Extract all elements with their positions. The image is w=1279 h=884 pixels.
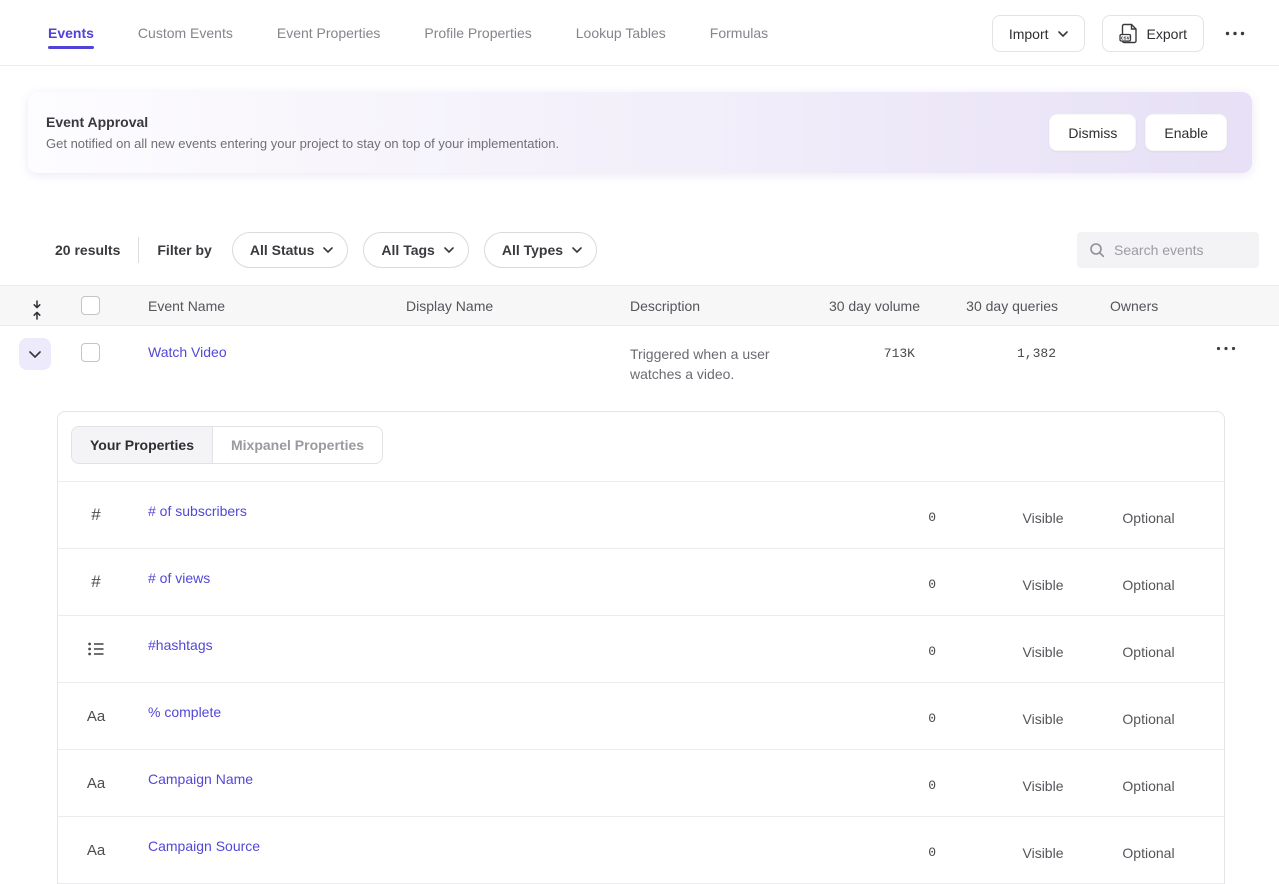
column-owners: Owners <box>1110 286 1158 325</box>
property-visibility: Visible <box>1008 549 1078 615</box>
table-header: Event Name Display Name Description 30 d… <box>0 285 1279 326</box>
csv-file-icon: csv <box>1119 23 1138 44</box>
property-row: Aa Campaign Source 0 Visible Optional <box>58 817 1224 884</box>
event-30-day-volume: 713K <box>760 326 915 381</box>
filter-toolbar: 20 results Filter by All Status All Tags… <box>55 232 612 268</box>
property-row: # # of subscribers 0 Visible Optional <box>58 482 1224 549</box>
property-name-link[interactable]: % complete <box>148 704 221 720</box>
tab-mixpanel-properties[interactable]: Mixpanel Properties <box>213 427 382 463</box>
tab-event-properties[interactable]: Event Properties <box>277 0 381 65</box>
property-requirement: Optional <box>1106 549 1191 615</box>
ellipsis-icon <box>1225 31 1245 36</box>
tab-your-properties[interactable]: Your Properties <box>72 427 213 463</box>
number-type-icon: # <box>82 482 110 548</box>
tags-filter-dropdown[interactable]: All Tags <box>363 232 468 268</box>
nav-actions: Import csv Export <box>992 15 1249 52</box>
import-button[interactable]: Import <box>992 15 1085 52</box>
banner-text: Event Approval Get notified on all new e… <box>46 114 559 151</box>
property-name-link[interactable]: # of subscribers <box>148 503 247 519</box>
filter-by-label: Filter by <box>157 242 211 258</box>
collapse-all-icon[interactable] <box>27 296 47 324</box>
property-volume: 0 <box>848 683 936 749</box>
event-approval-banner: Event Approval Get notified on all new e… <box>28 92 1252 173</box>
collapse-row-button[interactable] <box>19 338 51 370</box>
event-name-link[interactable]: Watch Video <box>148 344 227 360</box>
column-display-name: Display Name <box>406 286 493 325</box>
property-name-link[interactable]: Campaign Name <box>148 771 253 787</box>
property-requirement: Optional <box>1106 750 1191 816</box>
search-box <box>1077 232 1259 268</box>
chevron-down-icon <box>323 247 333 253</box>
select-all-checkbox[interactable] <box>81 296 100 315</box>
tab-custom-events[interactable]: Custom Events <box>138 0 233 65</box>
property-name-link[interactable]: # of views <box>148 570 210 586</box>
property-requirement: Optional <box>1106 482 1191 548</box>
property-visibility: Visible <box>1008 616 1078 682</box>
property-visibility: Visible <box>1008 683 1078 749</box>
property-row: # # of views 0 Visible Optional <box>58 549 1224 616</box>
list-type-icon <box>82 616 110 682</box>
lexicon-events-page: Events Custom Events Event Properties Pr… <box>0 0 1279 884</box>
property-volume: 0 <box>848 549 936 615</box>
number-type-icon: # <box>82 549 110 615</box>
banner-title: Event Approval <box>46 114 559 130</box>
property-visibility: Visible <box>1008 482 1078 548</box>
chevron-down-icon <box>444 247 454 253</box>
text-type-icon: Aa <box>82 750 110 816</box>
property-requirement: Optional <box>1106 683 1191 749</box>
banner-actions: Dismiss Enable <box>1049 114 1227 151</box>
property-volume: 0 <box>848 750 936 816</box>
property-visibility: Visible <box>1008 750 1078 816</box>
export-button[interactable]: csv Export <box>1102 15 1204 52</box>
property-visibility: Visible <box>1008 817 1078 883</box>
search-icon <box>1089 242 1105 258</box>
text-type-icon: Aa <box>82 683 110 749</box>
more-options-button[interactable] <box>1221 27 1249 40</box>
property-volume: 0 <box>848 817 936 883</box>
column-description: Description <box>630 286 700 325</box>
status-filter-dropdown[interactable]: All Status <box>232 232 349 268</box>
property-row: Aa Campaign Name 0 Visible Optional <box>58 750 1224 817</box>
property-volume: 0 <box>848 482 936 548</box>
svg-text:csv: csv <box>1120 36 1129 42</box>
search-input[interactable] <box>1114 242 1247 258</box>
banner-description: Get notified on all new events entering … <box>46 136 559 151</box>
row-checkbox[interactable] <box>81 343 100 362</box>
properties-tabs: Your Properties Mixpanel Properties <box>71 426 383 464</box>
column-event-name: Event Name <box>148 286 225 325</box>
chevron-down-icon <box>1058 31 1068 37</box>
vertical-divider <box>138 237 139 263</box>
top-nav: Events Custom Events Event Properties Pr… <box>0 0 1279 66</box>
tab-events[interactable]: Events <box>48 0 94 65</box>
event-30-day-queries: 1,382 <box>901 326 1056 381</box>
tab-formulas[interactable]: Formulas <box>710 0 768 65</box>
tab-lookup-tables[interactable]: Lookup Tables <box>576 0 666 65</box>
chevron-down-icon <box>29 351 41 358</box>
enable-button[interactable]: Enable <box>1145 114 1227 151</box>
property-requirement: Optional <box>1106 817 1191 883</box>
property-requirement: Optional <box>1106 616 1191 682</box>
column-30-day-volume: 30 day volume <box>760 286 920 325</box>
column-30-day-queries: 30 day queries <box>898 286 1058 325</box>
types-filter-dropdown[interactable]: All Types <box>484 232 597 268</box>
results-count: 20 results <box>55 242 120 258</box>
tab-profile-properties[interactable]: Profile Properties <box>424 0 531 65</box>
chevron-down-icon <box>572 247 582 253</box>
event-row: Watch Video Triggered when a user watche… <box>0 326 1279 411</box>
property-volume: 0 <box>848 616 936 682</box>
ellipsis-icon <box>1216 346 1236 351</box>
property-name-link[interactable]: #hashtags <box>148 637 213 653</box>
text-type-icon: Aa <box>82 817 110 883</box>
dismiss-button[interactable]: Dismiss <box>1049 114 1136 151</box>
property-name-link[interactable]: Campaign Source <box>148 838 260 854</box>
property-row: #hashtags 0 Visible Optional <box>58 616 1224 683</box>
properties-panel: Your Properties Mixpanel Properties # # … <box>57 411 1225 884</box>
row-more-button[interactable] <box>1212 342 1240 355</box>
property-row: Aa % complete 0 Visible Optional <box>58 683 1224 750</box>
